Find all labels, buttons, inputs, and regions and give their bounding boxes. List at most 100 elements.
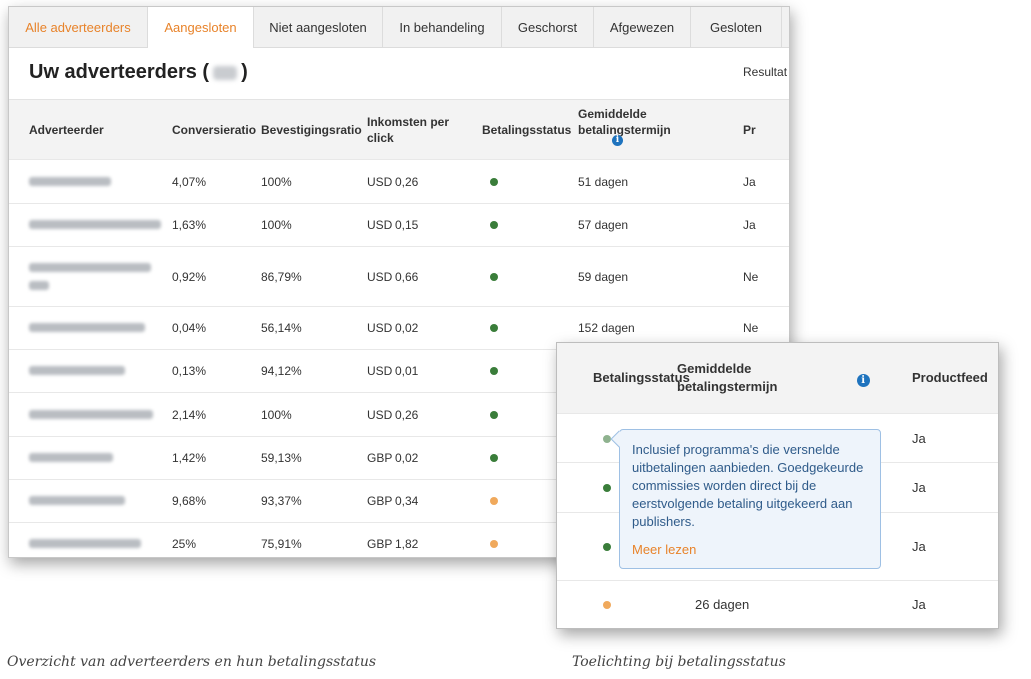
tab-not-joined[interactable]: Niet aangesloten [254,7,383,47]
info-icon[interactable]: i [612,134,623,146]
table-row[interactable]: 0,92% 86,79% USD 0,66 59 dagen Ne [9,246,789,307]
tab-rejected[interactable]: Afgewezen [594,7,691,47]
payment-status-tooltip: Inclusief programma's die versnelde uitb… [619,429,881,569]
conversion-cell: 0,92% [164,246,253,307]
income-value: 0,26 [395,407,419,422]
zoom-col-average-payment-term[interactable]: Gemiddelde betalingstermijn i [669,343,904,414]
conversion-cell: 4,07% [164,159,253,204]
status-dot[interactable] [490,221,498,229]
advertiser-name-redacted [9,306,164,350]
confirmation-cell: 94,12% [253,349,359,393]
read-more-link[interactable]: Meer lezen [632,541,868,559]
term-cell: 57 dagen [570,203,735,247]
income-value: 0,02 [395,451,419,465]
col-income-per-click[interactable]: Inkomsten per click [359,99,474,160]
info-icon[interactable]: i [856,374,870,387]
col-payment-status[interactable]: Betalingsstatus [474,99,571,160]
term-cell: 51 dagen [570,159,735,204]
results-label: Resultat [743,65,788,79]
advertiser-name-redacted [9,436,164,480]
income-cell: USD 0,15 [359,203,474,247]
confirmation-cell: 100% [253,203,359,247]
tab-joined[interactable]: Aangesloten [148,7,254,48]
income-value: 0,26 [395,174,419,189]
page-title-suffix: ) [241,61,248,83]
col-conversion-rate[interactable]: Conversieratio [164,99,256,160]
tab-pending[interactable]: In behandeling [383,7,502,47]
income-cell: USD 0,02 [359,306,474,350]
confirmation-cell: 100% [253,392,359,437]
table-row[interactable]: 26 dagen Ja [557,580,998,628]
advertiser-count-redacted [213,65,238,80]
col-product-feed[interactable]: Pr [735,99,789,160]
conversion-cell: 9,68% [164,479,253,523]
status-dot[interactable] [490,454,498,462]
income-cell: GBP 0,02 [359,436,474,480]
advertiser-name-redacted [9,203,164,247]
advertiser-name-redacted [9,479,164,523]
payment-status-zoom: Betalingsstatus Gemiddelde betalingsterm… [556,342,999,629]
conversion-cell: 25% [164,522,253,557]
income-cell: USD 0,26 [359,392,474,437]
col-advertiser[interactable]: Adverteerder [9,99,164,160]
advertiser-name-redacted [9,392,164,437]
col-confirmation-rate[interactable]: Bevestigingsratio [253,99,362,160]
zoom-header-row: Betalingsstatus Gemiddelde betalingsterm… [557,343,998,414]
confirmation-cell: 75,91% [253,522,359,557]
status-tabs: Alle adverteerders Aangesloten Niet aang… [9,7,789,48]
feed-cell: Ne [735,246,789,307]
page-title: Uw adverteerders ( ) [29,61,248,84]
status-dot[interactable] [490,324,498,332]
feed-cell: Ja [735,203,789,247]
col-average-payment-term-label: Gemiddelde betalingstermijn [578,106,671,137]
currency-code: GBP [367,451,393,465]
status-dot[interactable] [490,540,498,549]
income-value: 1,82 [395,537,419,552]
term-cell: 26 dagen [669,580,904,628]
table-header-row: Adverteerder Conversieratio Bevestigings… [9,99,789,160]
advertiser-name-redacted [9,522,164,557]
conversion-cell: 0,04% [164,306,253,350]
currency-code: GBP [367,494,393,508]
currency-code: USD [367,218,393,232]
zoom-col-product-feed[interactable]: Productfeed [904,343,998,414]
zoom-col-payment-status[interactable]: Betalingsstatus [557,343,690,414]
conversion-cell: 2,14% [164,392,253,437]
income-cell: GBP 0,34 [359,479,474,523]
feed-cell: Ja [904,512,998,581]
tab-all-advertisers[interactable]: Alle adverteerders [9,7,148,47]
status-dot[interactable] [490,177,498,186]
payment-status-cell [474,203,570,247]
income-value: 0,66 [395,269,419,284]
feed-cell: Ja [904,462,998,513]
status-dot[interactable] [603,484,611,492]
income-value: 0,15 [395,218,419,232]
currency-code: USD [367,269,393,284]
feed-cell: Ja [904,580,998,628]
status-dot[interactable] [603,543,611,551]
confirmation-cell: 93,37% [253,479,359,523]
payment-status-cell [557,580,669,628]
status-dot[interactable] [490,367,498,375]
status-dot[interactable] [490,497,498,505]
table-row[interactable]: 1,63% 100% USD 0,15 57 dagen Ja [9,203,789,247]
table-row[interactable]: 4,07% 100% USD 0,26 51 dagen Ja [9,159,789,204]
advertiser-name-redacted [9,246,164,307]
status-dot[interactable] [490,410,498,419]
col-average-payment-term[interactable]: Gemiddelde betalingstermijn i [570,99,735,160]
payment-status-cell [474,159,570,204]
conversion-cell: 0,13% [164,349,253,393]
advertiser-name-redacted [9,349,164,393]
income-cell: USD 0,26 [359,159,474,204]
income-value: 0,02 [395,321,419,335]
tab-closed[interactable]: Gesloten [691,7,782,47]
confirmation-cell: 100% [253,159,359,204]
status-dot[interactable] [490,272,498,281]
page-title-prefix: Uw adverteerders ( [29,61,210,83]
advertiser-name-redacted [9,159,164,204]
currency-code: USD [367,364,393,378]
status-dot[interactable] [603,601,611,610]
confirmation-cell: 56,14% [253,306,359,350]
tab-suspended[interactable]: Geschorst [502,7,594,47]
tooltip-text: Inclusief programma's die versnelde uitb… [632,442,864,529]
